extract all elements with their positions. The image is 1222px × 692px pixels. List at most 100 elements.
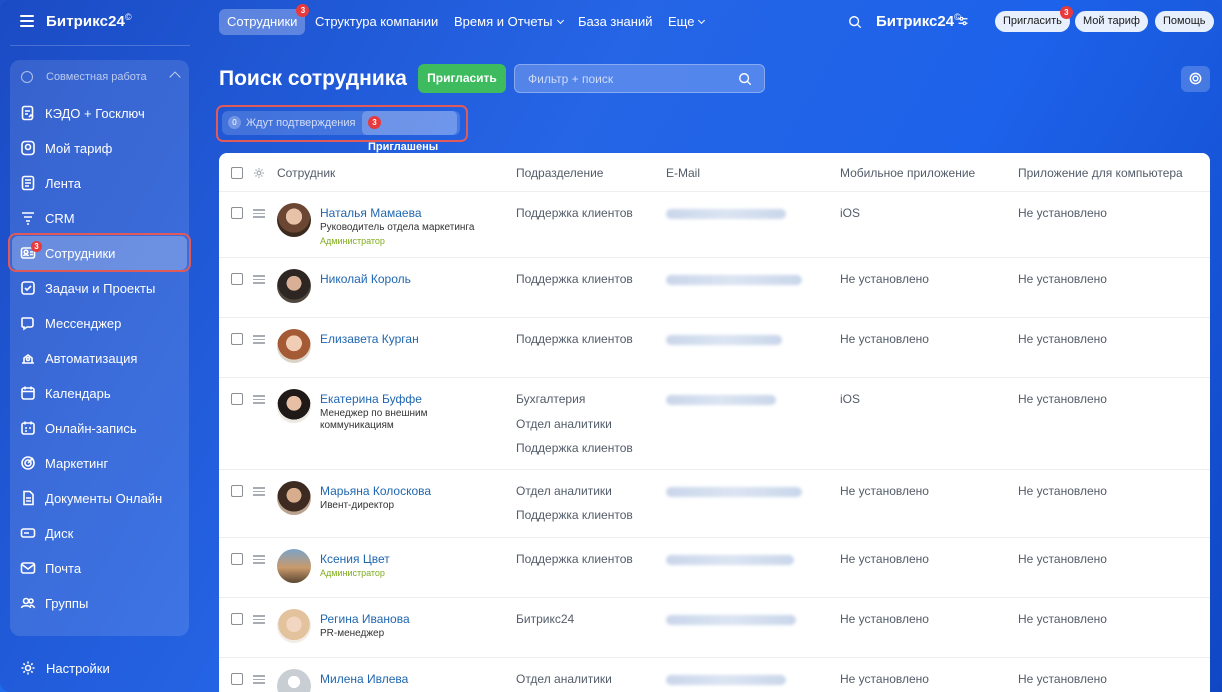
email-blurred[interactable] — [666, 555, 794, 565]
divider — [219, 537, 1210, 538]
drag-handle-icon[interactable] — [253, 555, 265, 564]
select-all-checkbox[interactable] — [231, 167, 243, 179]
invite-button[interactable]: Пригласить — [418, 64, 506, 93]
avatar[interactable] — [277, 329, 311, 363]
email-blurred[interactable] — [666, 395, 776, 405]
tab-company-structure[interactable]: Структура компании — [307, 9, 446, 35]
email-blurred[interactable] — [666, 675, 786, 685]
sidebar-item-calendar[interactable]: Календарь — [10, 376, 189, 410]
email-blurred[interactable] — [666, 275, 802, 285]
search-icon[interactable] — [848, 15, 862, 29]
chevron-down-icon — [698, 16, 706, 25]
column-header-department[interactable]: Подразделение — [516, 166, 603, 180]
tariff-icon — [21, 140, 35, 156]
sidebar-item-kedo[interactable]: КЭДО + Госключ — [10, 96, 189, 130]
sliders-icon[interactable] — [957, 15, 969, 27]
avatar[interactable] — [277, 669, 311, 692]
sidebar-item-feed[interactable]: Лента — [10, 166, 189, 200]
settings-button[interactable] — [1181, 66, 1210, 92]
employee-name-link[interactable]: Марьяна Колоскова — [320, 484, 431, 498]
divider — [219, 257, 1210, 258]
menu-icon[interactable] — [20, 15, 34, 27]
sidebar-item-settings[interactable]: Настройки — [18, 657, 188, 679]
brand-logo[interactable]: Битрикс24© — [876, 12, 961, 30]
drag-handle-icon[interactable] — [253, 395, 265, 404]
tab-knowledge-base[interactable]: База знаний — [570, 9, 661, 35]
employee-name-link[interactable]: Милена Ивлева — [320, 672, 408, 686]
email-blurred[interactable] — [666, 209, 786, 219]
avatar[interactable] — [277, 549, 311, 583]
employee-position: Руководитель отдела маркетинга — [320, 222, 475, 233]
avatar[interactable] — [277, 389, 311, 423]
gear-icon[interactable] — [253, 167, 265, 179]
logo[interactable]: Битрикс24© — [46, 12, 132, 30]
drag-handle-icon[interactable] — [253, 275, 265, 284]
sidebar-item-employees[interactable]: 3 Сотрудники — [12, 236, 187, 270]
groups-icon — [20, 597, 36, 609]
drag-handle-icon[interactable] — [253, 615, 265, 624]
invite-pill-button[interactable]: Пригласить 3 — [995, 6, 1073, 32]
filter-search-field[interactable] — [514, 64, 765, 93]
column-header-email[interactable]: E-Mail — [666, 166, 700, 180]
drag-handle-icon[interactable] — [253, 335, 265, 344]
sidebar-item-label: Группы — [45, 596, 89, 611]
employee-name-link[interactable]: Регина Иванова — [320, 612, 410, 626]
employee-name-link[interactable]: Ксения Цвет — [320, 552, 390, 566]
row-checkbox[interactable] — [231, 613, 243, 625]
mobile-app-status: iOS — [840, 392, 861, 406]
sidebar-group-collab[interactable]: Совместная работа — [10, 60, 189, 94]
avatar[interactable] — [277, 203, 311, 237]
email-blurred[interactable] — [666, 335, 782, 345]
sidebar-item-marketing[interactable]: Маркетинг — [10, 446, 189, 480]
page-title: Поиск сотрудника — [219, 67, 407, 90]
department: Битрикс24 — [516, 612, 575, 626]
employee-name-link[interactable]: Елизавета Курган — [320, 332, 419, 346]
sidebar-item-mail[interactable]: Почта — [10, 551, 189, 585]
row-checkbox[interactable] — [231, 273, 243, 285]
avatar[interactable] — [277, 609, 311, 643]
row-checkbox[interactable] — [231, 553, 243, 565]
help-pill-button[interactable]: Помощь — [1155, 11, 1214, 32]
search-input[interactable] — [528, 70, 733, 88]
chevron-up-icon[interactable] — [169, 71, 181, 83]
sidebar-item-booking[interactable]: Онлайн-запись — [10, 411, 189, 445]
employee-name-link[interactable]: Наталья Мамаева — [320, 206, 422, 220]
column-header-mobile-app[interactable]: Мобильное приложение — [840, 166, 975, 180]
row-checkbox[interactable] — [231, 673, 243, 685]
tariff-pill-button[interactable]: Мой тариф — [1075, 11, 1148, 32]
avatar[interactable] — [277, 269, 311, 303]
employee-name-link[interactable]: Николай Король — [320, 272, 411, 286]
mobile-app-status: Не установлено — [840, 484, 929, 498]
drag-handle-icon[interactable] — [253, 675, 265, 684]
avatar[interactable] — [277, 481, 311, 515]
email-blurred[interactable] — [666, 487, 802, 497]
sidebar-item-crm[interactable]: CRM — [10, 201, 189, 235]
row-checkbox[interactable] — [231, 485, 243, 497]
tab-time-reports[interactable]: Время и Отчеты — [446, 9, 571, 35]
department: Отдел аналитики — [516, 484, 612, 498]
sidebar-item-messenger[interactable]: Мессенджер — [10, 306, 189, 340]
booking-icon — [21, 421, 35, 435]
employee-position: Ивент-директор — [320, 500, 395, 511]
drag-handle-icon[interactable] — [253, 209, 265, 218]
divider — [219, 377, 1210, 378]
tab-more[interactable]: Еще — [660, 9, 712, 35]
drag-handle-icon[interactable] — [253, 487, 265, 496]
sidebar-item-automation[interactable]: Автоматизация — [10, 341, 189, 375]
search-icon[interactable] — [738, 72, 752, 86]
sidebar-item-documents[interactable]: Документы Онлайн — [10, 481, 189, 515]
column-header-desktop-app[interactable]: Приложение для компьютера — [1018, 166, 1183, 180]
email-blurred[interactable] — [666, 615, 796, 625]
row-checkbox[interactable] — [231, 393, 243, 405]
sidebar-item-tasks[interactable]: Задачи и Проекты — [10, 271, 189, 305]
row-checkbox[interactable] — [231, 207, 243, 219]
row-checkbox[interactable] — [231, 333, 243, 345]
employee-name-link[interactable]: Екатерина Буффе — [320, 392, 422, 406]
sidebar-item-label: Диск — [45, 526, 74, 541]
department: Поддержка клиентов — [516, 206, 633, 220]
sidebar-item-groups[interactable]: Группы — [10, 586, 189, 620]
sidebar-item-disk[interactable]: Диск — [10, 516, 189, 550]
sidebar-item-tariff[interactable]: Мой тариф — [10, 131, 189, 165]
tab-employees[interactable]: Сотрудники 3 — [219, 4, 310, 35]
column-header-employee[interactable]: Сотрудник — [277, 166, 335, 180]
